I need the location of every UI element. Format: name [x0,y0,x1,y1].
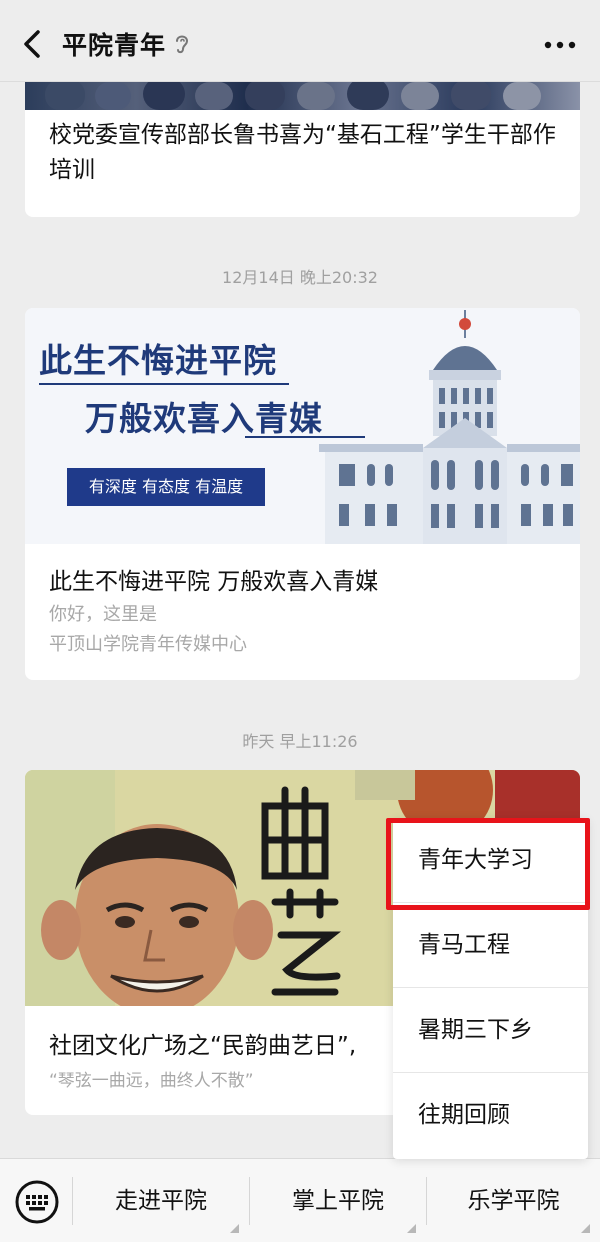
banner-tagline: 有深度 有态度 有温度 [67,468,265,506]
banner-headline-1: 此生不悔进平院 [39,341,277,380]
submenu-indicator-icon [230,1224,239,1233]
banner-headline-2: 万般欢喜入青媒 [85,399,323,438]
article-title: 社团文化广场之“民韵曲艺日”, [49,1033,357,1059]
banner-underline [39,383,289,385]
menu-button-label: 乐学平院 [467,1188,560,1214]
submenu-indicator-icon [581,1224,590,1233]
submenu-item-summer-countryside[interactable]: 暑期三下乡 [393,988,588,1073]
article-card[interactable]: 校党委宣传部部长鲁书喜为“基石工程”学生干部作培训 [25,82,580,217]
menu-button-label: 掌上平院 [292,1188,384,1214]
article-title: 校党委宣传部部长鲁书喜为“基石工程”学生干部作培训 [49,122,556,183]
chevron-left-icon[interactable] [14,24,50,64]
bottom-menu-bar: 走进平院 掌上平院 乐学平院 [0,1158,600,1242]
menu-button-label: 走进平院 [115,1188,207,1214]
submenu-item-qingma-project[interactable]: 青马工程 [393,903,588,988]
article-summary: “琴弦一曲远，曲终人不散” [49,1071,254,1091]
building-illustration [319,310,580,544]
article-summary-line: 你好，这里是 [49,604,157,625]
timestamp: 昨天 早上11:26 [242,732,358,751]
timestamp: 12月14日 晚上20:32 [222,268,378,287]
keyboard-icon[interactable] [14,1179,60,1225]
page-title: 平院青年 [62,31,167,60]
article-summary: 你好，这里是 平顶山学院青年传媒中心 [49,600,247,660]
submenu-item-youth-study[interactable]: 青年大学习 [393,818,588,903]
submenu-popup: 青年大学习 青马工程 暑期三下乡 往期回顾 [393,818,588,1159]
article-cover-image [25,82,580,110]
more-dots-icon[interactable] [544,40,576,50]
submenu-item-past-review[interactable]: 往期回顾 [393,1073,588,1158]
article-summary-line: 平顶山学院青年传媒中心 [49,634,247,655]
menu-button-mobile-pingyuan[interactable]: 掌上平院 [250,1159,426,1242]
submenu-indicator-icon [407,1224,416,1233]
menu-button-enter-pingyuan[interactable]: 走进平院 [73,1159,249,1242]
ear-icon [176,35,189,54]
top-nav-bar: 平院青年 [0,0,600,82]
article-cover-image: 此生不悔进平院 万般欢喜入青媒 有深度 有态度 有温度 [25,308,580,544]
article-card[interactable]: 此生不悔进平院 万般欢喜入青媒 有深度 有态度 有温度 此生不悔进平院 万般欢喜… [25,308,580,680]
menu-button-study-pingyuan[interactable]: 乐学平院 [427,1159,600,1242]
article-title: 此生不悔进平院 万般欢喜入青媒 [49,569,379,595]
